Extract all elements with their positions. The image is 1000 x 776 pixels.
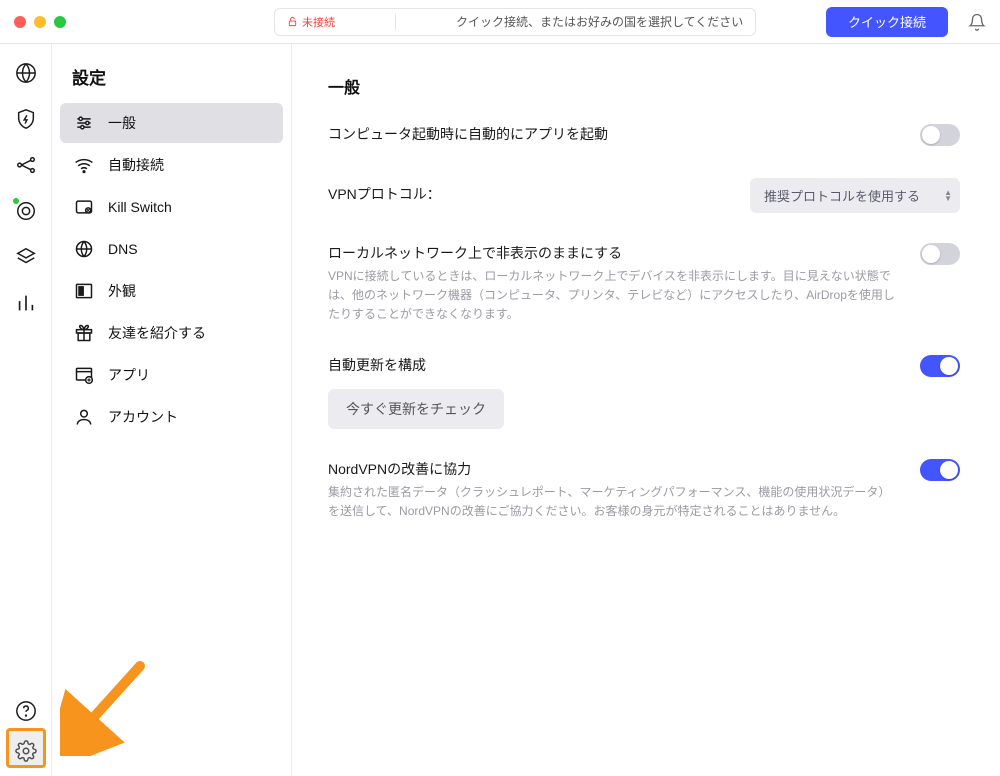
layers-icon[interactable] — [15, 246, 37, 268]
account-icon — [74, 407, 94, 427]
maximize-window-button[interactable] — [54, 16, 66, 28]
sidebar-item-label: 外観 — [108, 281, 136, 301]
nav-rail — [0, 44, 52, 776]
minimize-window-button[interactable] — [34, 16, 46, 28]
appearance-icon — [74, 281, 94, 301]
wifi-icon — [74, 155, 94, 175]
help-improve-desc: 集約された匿名データ（クラッシュレポート、マーケティングパフォーマンス、機能の使… — [328, 483, 900, 521]
window-controls — [14, 16, 66, 28]
local-invisible-label: ローカルネットワーク上で非表示のままにする — [328, 243, 900, 263]
sidebar-item-label: 自動接続 — [108, 155, 164, 175]
row-auto-update: 自動更新を構成 今すぐ更新をチェック — [328, 355, 960, 429]
sidebar-item-label: アカウント — [108, 407, 178, 427]
sidebar-item-account[interactable]: アカウント — [60, 397, 283, 437]
launch-on-boot-label: コンピュータ起動時に自動的にアプリを起動 — [328, 124, 900, 144]
close-window-button[interactable] — [14, 16, 26, 28]
globe-icon[interactable] — [15, 62, 37, 84]
window-plus-icon — [74, 365, 94, 385]
gift-icon — [74, 323, 94, 343]
sidebar-item-autoconnect[interactable]: 自動接続 — [60, 145, 283, 185]
launch-on-boot-toggle[interactable] — [920, 124, 960, 146]
settings-content: 一般 コンピュータ起動時に自動的にアプリを起動 VPNプロトコル： 推奨プロトコ… — [292, 44, 1000, 776]
settings-title: 設定 — [60, 64, 283, 103]
sliders-icon — [74, 113, 94, 133]
auto-update-toggle[interactable] — [920, 355, 960, 377]
row-help-improve: NordVPNの改善に協力 集約された匿名データ（クラッシュレポート、マーケティ… — [328, 459, 960, 521]
dns-icon — [74, 239, 94, 259]
row-vpn-protocol: VPNプロトコル： 推奨プロトコルを使用する ▲▼ — [328, 178, 960, 213]
local-invisible-desc: VPNに接続しているときは、ローカルネットワーク上でデバイスを非表示にします。目… — [328, 267, 900, 325]
sidebar-item-dns[interactable]: DNS — [60, 229, 283, 269]
quick-connect-button[interactable]: クイック接続 — [826, 7, 948, 37]
shield-bolt-icon[interactable] — [15, 108, 37, 130]
notifications-icon[interactable] — [968, 13, 986, 31]
divider — [395, 14, 396, 30]
lock-open-icon: 未接続 — [287, 14, 335, 30]
check-update-button[interactable]: 今すぐ更新をチェック — [328, 389, 504, 429]
sidebar-item-apps[interactable]: アプリ — [60, 355, 283, 395]
vpn-protocol-value: 推奨プロトコルを使用する — [764, 186, 920, 205]
auto-update-label: 自動更新を構成 — [328, 355, 900, 375]
killswitch-icon — [74, 197, 94, 217]
section-heading: 一般 — [328, 74, 960, 98]
connection-status-label: 未接続 — [302, 14, 335, 30]
help-improve-label: NordVPNの改善に協力 — [328, 459, 900, 479]
status-bar[interactable]: 未接続 クイック接続、またはお好みの国を選択してください — [274, 8, 756, 36]
row-local-invisible: ローカルネットワーク上で非表示のままにする VPNに接続しているときは、ローカル… — [328, 243, 960, 325]
row-launch-on-boot: コンピュータ起動時に自動的にアプリを起動 — [328, 124, 960, 148]
mesh-icon[interactable] — [15, 154, 37, 176]
sidebar-item-label: 一般 — [108, 113, 136, 133]
target-icon[interactable] — [15, 200, 37, 222]
chevron-updown-icon: ▲▼ — [944, 190, 952, 202]
sidebar-item-killswitch[interactable]: Kill Switch — [60, 187, 283, 227]
vpn-protocol-label: VPNプロトコル： — [328, 184, 730, 204]
help-improve-toggle[interactable] — [920, 459, 960, 481]
local-invisible-toggle[interactable] — [920, 243, 960, 265]
settings-sidebar: 設定 一般 自動接続 Kill Switch DNS — [52, 44, 292, 776]
help-icon[interactable] — [15, 700, 37, 722]
status-hint-label: クイック接続、またはお好みの国を選択してください — [456, 13, 743, 30]
sidebar-item-label: 友達を紹介する — [108, 323, 206, 343]
sidebar-item-appearance[interactable]: 外観 — [60, 271, 283, 311]
gear-icon[interactable] — [15, 740, 37, 762]
sidebar-item-label: Kill Switch — [108, 199, 172, 215]
vpn-protocol-select[interactable]: 推奨プロトコルを使用する ▲▼ — [750, 178, 960, 213]
sidebar-item-general[interactable]: 一般 — [60, 103, 283, 143]
sidebar-item-refer[interactable]: 友達を紹介する — [60, 313, 283, 353]
titlebar: 未接続 クイック接続、またはお好みの国を選択してください クイック接続 — [0, 0, 1000, 44]
sidebar-item-label: アプリ — [108, 365, 150, 385]
sidebar-item-label: DNS — [108, 241, 138, 257]
stats-icon[interactable] — [15, 292, 37, 314]
